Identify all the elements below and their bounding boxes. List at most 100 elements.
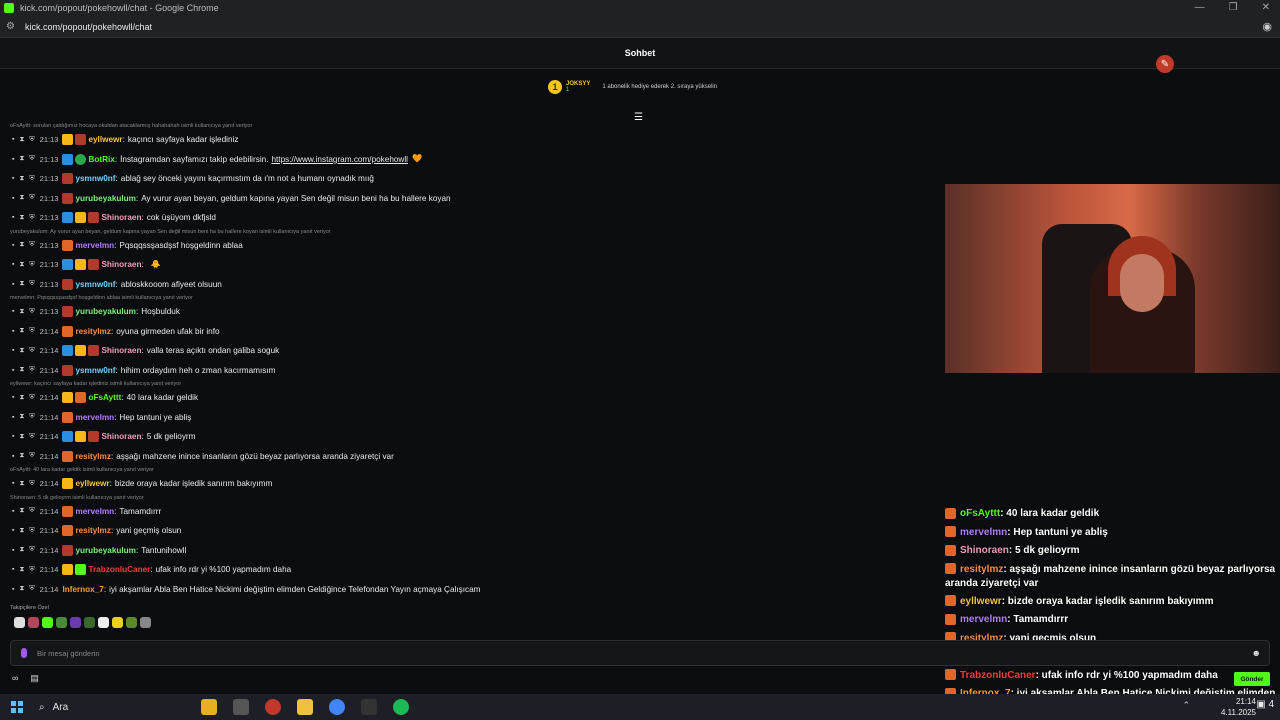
username[interactable]: yurubeyakulum xyxy=(75,546,136,555)
pin-icon[interactable]: ▪ xyxy=(12,508,14,515)
address-bar[interactable]: ⚙ kick.com/popout/pokehowll/chat ◉ xyxy=(0,16,1280,38)
timeout-icon[interactable]: ⧗ xyxy=(19,136,24,144)
shield-icon[interactable]: ⛨ xyxy=(29,155,34,163)
username[interactable]: Shinoraen xyxy=(101,213,141,222)
minimize-button[interactable]: — xyxy=(1195,2,1205,13)
notification-icon[interactable]: ▣ 4 xyxy=(1256,699,1274,710)
reply-context[interactable]: oFsAyttt: 40 lara kadar geldik isimli ku… xyxy=(0,466,940,474)
message-link[interactable]: https://www.instagram.com/pokehowll xyxy=(271,155,408,164)
emote-icon[interactable] xyxy=(112,617,123,628)
timeout-icon[interactable]: ⧗ xyxy=(19,155,24,163)
mic-icon[interactable] xyxy=(21,648,27,658)
reply-context[interactable]: oFsAyttt: sorulan çaldığımız hocaya okul… xyxy=(0,122,940,130)
username[interactable]: ysmnw0nf xyxy=(75,366,115,375)
emote-icon[interactable] xyxy=(28,617,39,628)
shield-icon[interactable]: ⛨ xyxy=(29,280,34,288)
close-button[interactable]: ✕ xyxy=(1262,2,1270,13)
taskbar-clock[interactable]: 21:14 4.11.2025 xyxy=(1221,696,1256,718)
task-view-icon[interactable] xyxy=(233,699,249,715)
capcut-icon[interactable] xyxy=(361,699,377,715)
pin-icon[interactable]: ▪ xyxy=(12,242,14,249)
timeout-icon[interactable]: ⧗ xyxy=(19,585,24,593)
shield-icon[interactable]: ⛨ xyxy=(29,527,34,535)
pin-icon[interactable]: ▪ xyxy=(12,433,14,440)
pin-icon[interactable]: ▪ xyxy=(12,328,14,335)
emote-icon[interactable] xyxy=(56,617,67,628)
username[interactable]: eyllwewr xyxy=(75,479,109,488)
chat-message[interactable]: ▪ ⧗ ⛨ 21:14 resitylmz: yani geçmiş olsun xyxy=(0,521,940,541)
reply-context[interactable]: eyllwewr: kaçıncı sayfaya kadar işledini… xyxy=(0,380,940,388)
pin-icon[interactable]: ▪ xyxy=(12,347,14,354)
skull-emote-icon[interactable] xyxy=(98,617,109,628)
restore-button[interactable]: ❐ xyxy=(1229,2,1238,13)
username[interactable]: ysmnw0nf xyxy=(75,280,115,289)
heart-emote-icon[interactable] xyxy=(42,617,53,628)
pin-icon[interactable]: ▪ xyxy=(12,308,14,315)
chat-message[interactable]: ▪ ⧗ ⛨ 21:14 Shinoraen: valla teras açıktı ond… xyxy=(0,341,940,361)
username[interactable]: yurubeyakulum xyxy=(75,194,136,203)
username[interactable]: yurubeyakulum xyxy=(75,307,136,316)
pin-icon[interactable]: ▪ xyxy=(12,547,14,554)
pin-icon[interactable]: ▪ xyxy=(12,394,14,401)
timeout-icon[interactable]: ⧗ xyxy=(19,394,24,402)
reply-context[interactable]: mervelmn: Pqsqqssşasdşsf hoşgeldinn abla… xyxy=(0,294,940,302)
emote-icon[interactable] xyxy=(126,617,137,628)
emoji-picker-icon[interactable]: ☻ xyxy=(1252,648,1261,658)
username[interactable]: mervelmn xyxy=(75,413,114,422)
shield-icon[interactable]: ⛨ xyxy=(29,347,34,355)
emote-icon[interactable] xyxy=(14,617,25,628)
username[interactable]: Shinoraen xyxy=(101,260,141,269)
shield-icon[interactable]: ⛨ xyxy=(29,394,34,402)
pin-icon[interactable]: ▪ xyxy=(12,566,14,573)
pin-icon[interactable]: ▪ xyxy=(12,195,14,202)
timeout-icon[interactable]: ⧗ xyxy=(19,308,24,316)
chat-message[interactable]: ▪ ⧗ ⛨ 21:13 ysmnw0nf: ablağ sey önceki yayını… xyxy=(0,169,940,189)
chat-message[interactable]: ▪ ⧗ ⛨ 21:13 eyllwewr: kaçıncı sayfaya kadar i… xyxy=(0,130,940,150)
timeout-icon[interactable]: ⧗ xyxy=(19,566,24,574)
pin-icon[interactable]: ▪ xyxy=(12,586,14,593)
timeout-icon[interactable]: ⧗ xyxy=(19,280,24,288)
chat-message[interactable]: ▪ ⧗ ⛨ 21:14 oFsAyttt:40 lara kadar geldik xyxy=(0,388,940,408)
shield-icon[interactable]: ⛨ xyxy=(29,585,34,593)
chat-message[interactable]: ▪ ⧗ ⛨ 21:14 mervelmn: Hep tantuni ye abliş xyxy=(0,408,940,428)
timeout-icon[interactable]: ⧗ xyxy=(19,194,24,202)
pinned-gift-banner[interactable]: 1 JOKSYY 1 1 abonelik hediye ederek 2. s… xyxy=(548,80,717,94)
timeout-icon[interactable]: ⧗ xyxy=(19,413,24,421)
pin-icon[interactable]: ▪ xyxy=(12,453,14,460)
pin-icon[interactable]: ▪ xyxy=(12,175,14,182)
pin-icon[interactable]: ▪ xyxy=(12,156,14,163)
shield-icon[interactable]: ⛨ xyxy=(29,366,34,374)
username[interactable]: resitylmz xyxy=(75,327,111,336)
chat-message[interactable]: ▪ ⧗ ⛨ 21:13 ysmnw0nf: abloskkooom afiyeet ols… xyxy=(0,275,940,295)
chat-message[interactable]: ▪ ⧗ ⛨ 21:14 TrabzonluCaner: ufak info rdr yi … xyxy=(0,560,940,580)
taskbar-search[interactable]: ⌕ Ara xyxy=(33,697,193,717)
widgets-icon[interactable] xyxy=(201,699,217,715)
timeout-icon[interactable]: ⧗ xyxy=(19,527,24,535)
chrome-icon[interactable] xyxy=(329,699,345,715)
pin-icon[interactable]: ▪ xyxy=(12,414,14,421)
timeout-icon[interactable]: ⧗ xyxy=(19,347,24,355)
username[interactable]: resitylmz xyxy=(75,526,111,535)
shield-icon[interactable]: ⛨ xyxy=(29,327,34,335)
username[interactable]: Shinoraen xyxy=(101,432,141,441)
tray-chevron-icon[interactable]: ⌃ xyxy=(1182,700,1190,711)
timeout-icon[interactable]: ⧗ xyxy=(19,452,24,460)
username[interactable]: eyllwewr xyxy=(88,135,122,144)
chat-input-placeholder[interactable]: Bir mesaj gönderin xyxy=(37,649,100,658)
shield-icon[interactable]: ⛨ xyxy=(29,507,34,515)
shield-icon[interactable]: ⛨ xyxy=(29,214,34,222)
chat-message[interactable]: ▪ ⧗ ⛨ 21:14 Shinoraen:5 dk gelioyrm xyxy=(0,427,940,447)
shield-icon[interactable]: ⛨ xyxy=(29,175,34,183)
timeout-icon[interactable]: ⧗ xyxy=(19,480,24,488)
gift-icon[interactable]: ▤ xyxy=(30,673,39,684)
username[interactable]: mervelmn xyxy=(75,241,114,250)
username[interactable]: Infernox_7 xyxy=(62,585,103,594)
timeout-icon[interactable]: ⧗ xyxy=(19,366,24,374)
shield-icon[interactable]: ⛨ xyxy=(29,241,34,249)
username[interactable]: resitylmz xyxy=(75,452,111,461)
chat-message[interactable]: ▪ ⧗ ⛨ 21:14 eyllwewr: bizde oraya kadar işled… xyxy=(0,474,940,494)
shield-icon[interactable]: ⛨ xyxy=(29,308,34,316)
send-button[interactable]: Gönder xyxy=(1234,672,1270,686)
username[interactable]: BotRix xyxy=(88,155,114,164)
shield-icon[interactable]: ⛨ xyxy=(29,566,34,574)
